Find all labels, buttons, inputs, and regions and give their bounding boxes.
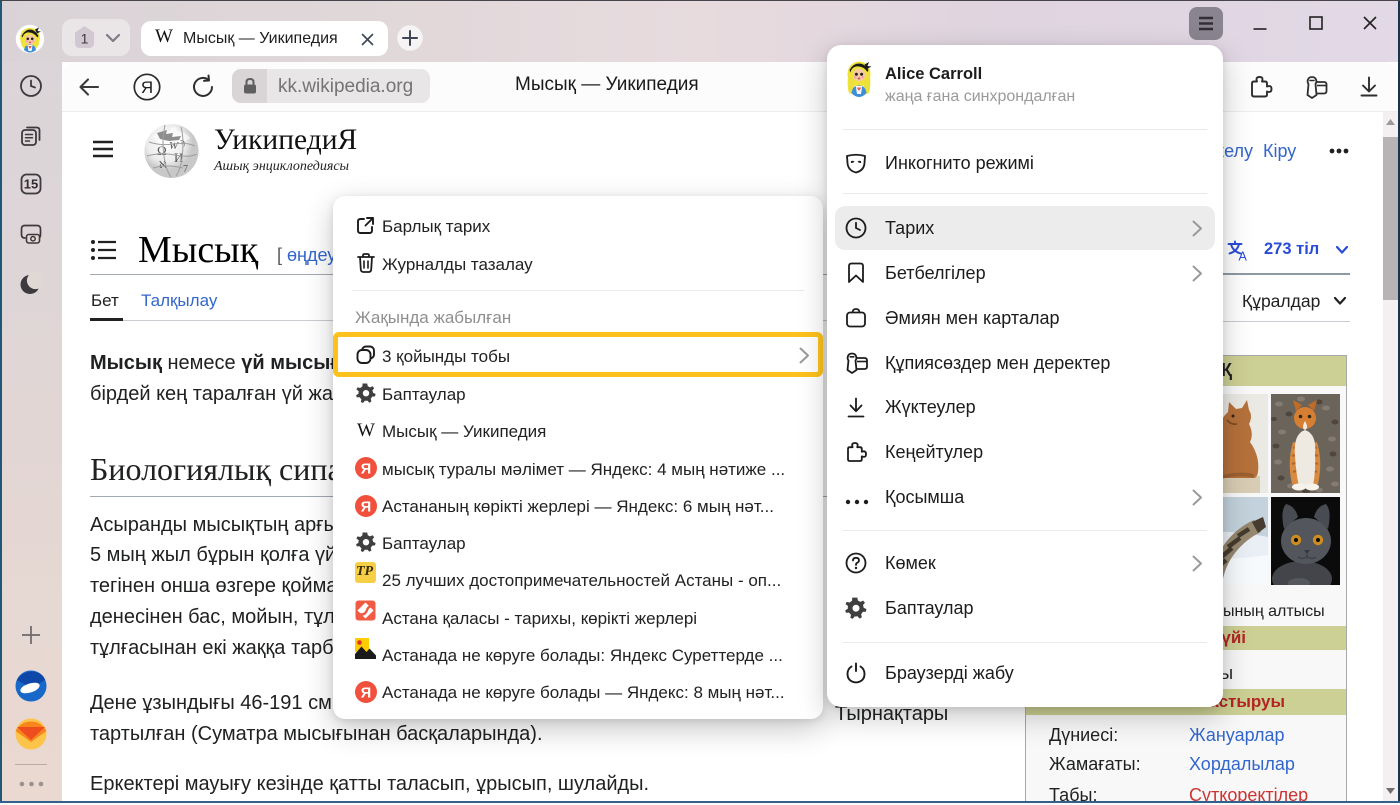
svg-text:A: A xyxy=(1239,250,1248,262)
svg-text:1: 1 xyxy=(81,31,89,47)
svg-text:15: 15 xyxy=(24,177,38,192)
svg-text:Я: Я xyxy=(141,78,153,97)
svg-text:Ω: Ω xyxy=(157,143,167,158)
svg-text:7: 7 xyxy=(183,164,188,175)
